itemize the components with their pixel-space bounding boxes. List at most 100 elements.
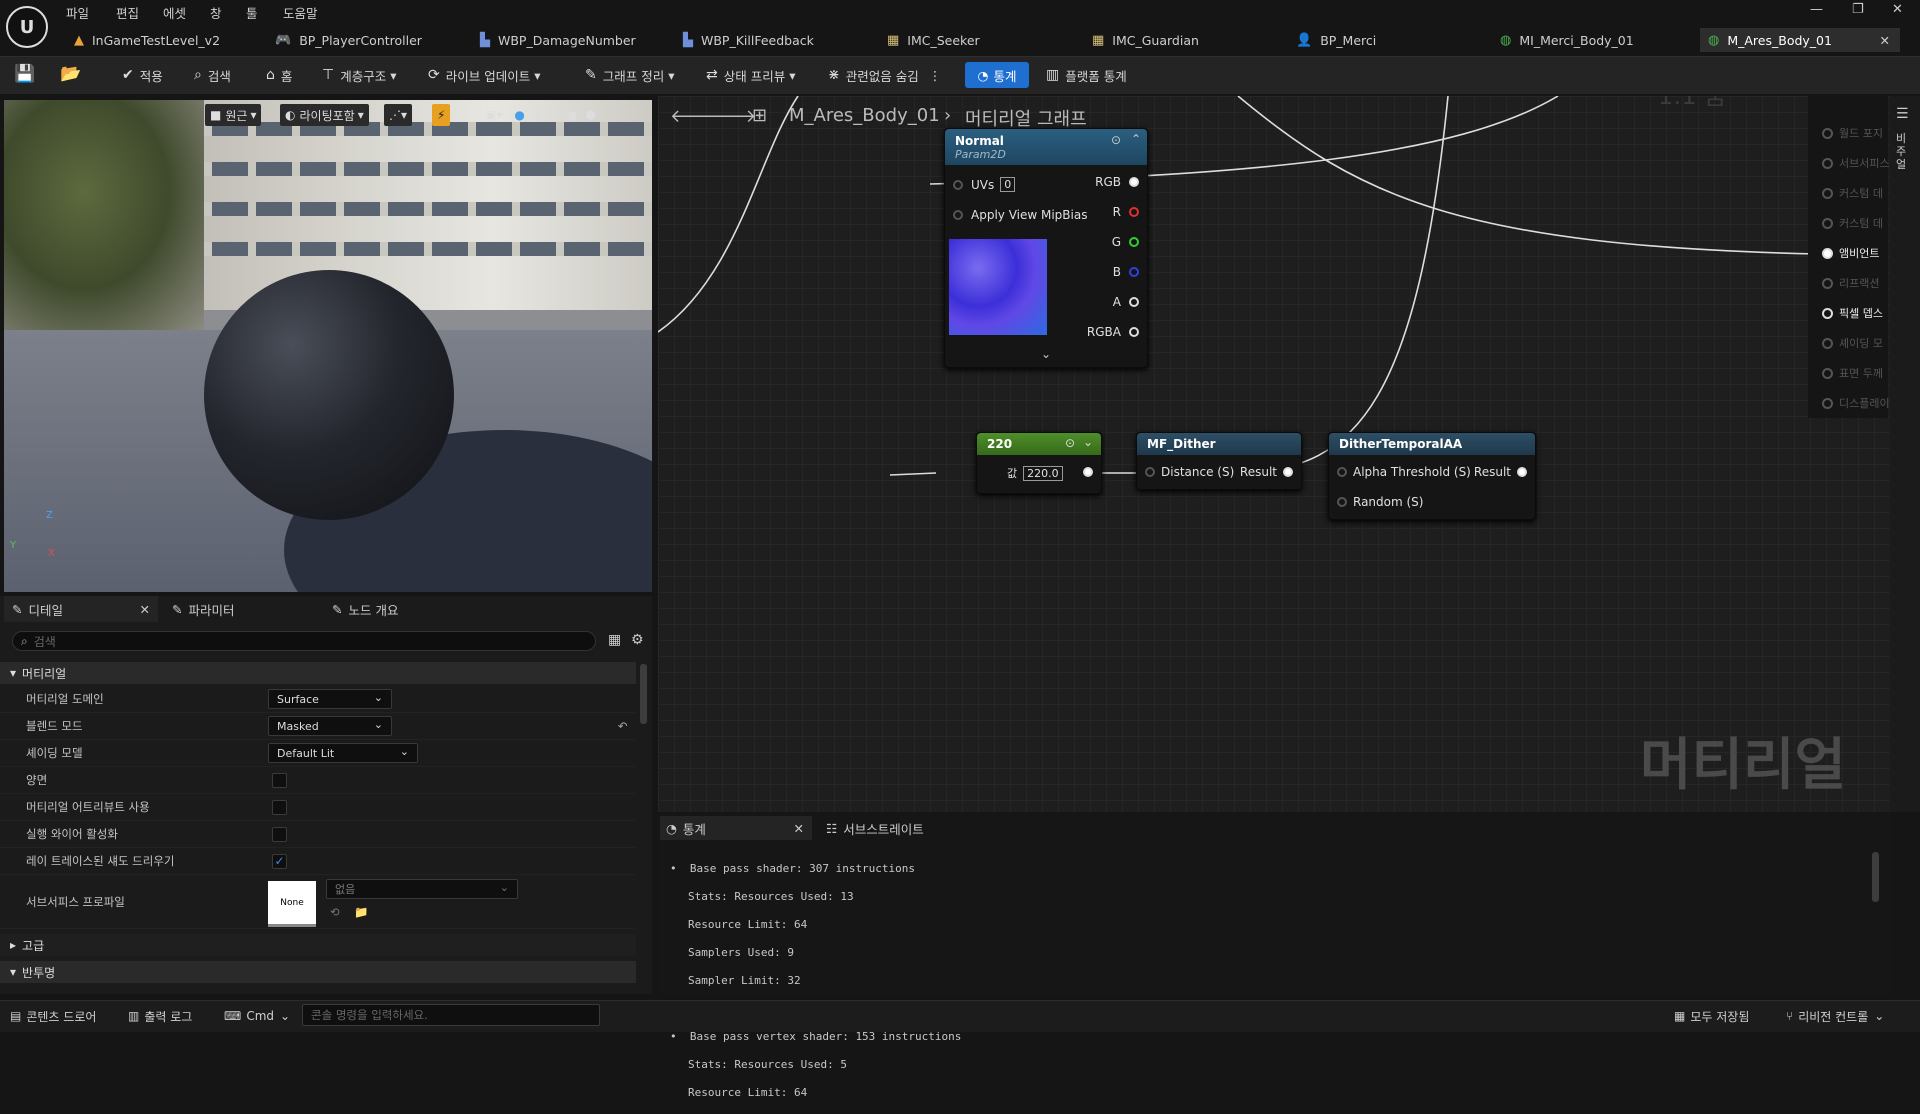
- constant-value-field[interactable]: 값 220.0: [1007, 465, 1063, 481]
- menu-file[interactable]: 파일: [66, 3, 89, 22]
- browse-icon[interactable]: 📂: [60, 64, 81, 84]
- save-icon[interactable]: 💾: [14, 64, 35, 84]
- close-tab-icon[interactable]: ✕: [140, 602, 150, 617]
- pin-distance-in[interactable]: Distance (S): [1145, 465, 1234, 479]
- chevron-down-icon[interactable]: ⌄: [1083, 435, 1093, 449]
- material-domain-dropdown[interactable]: Surface ⌄: [268, 689, 392, 709]
- node-header[interactable]: DitherTemporalAA: [1329, 433, 1535, 455]
- pin-custom-data-0[interactable]: 커스텀 데: [1822, 185, 1883, 201]
- use-material-attributes-checkbox[interactable]: [272, 800, 287, 815]
- browse-folder-icon[interactable]: 📁: [354, 905, 368, 919]
- forward-arrow-icon[interactable]: 🡒: [708, 106, 756, 127]
- pin-subsurface[interactable]: 서브서피스: [1822, 155, 1890, 171]
- custom-mesh-icon[interactable]: ⬢: [585, 108, 595, 122]
- preview-mesh-buttons[interactable]: ▣▾ ● ◆ ◈ ◼ ⬢: [480, 104, 601, 126]
- menu-help[interactable]: 도움말: [283, 3, 318, 22]
- pin-g-out[interactable]: G: [1112, 235, 1139, 249]
- details-scrollbar[interactable]: [640, 664, 647, 724]
- node-preview-toggle-icon[interactable]: ⊙: [1111, 133, 1121, 147]
- uvs-value-input[interactable]: 0: [1000, 177, 1016, 192]
- graph-cleanup-button[interactable]: ✎ 그래프 정리 ▾: [585, 64, 675, 86]
- console-command-input[interactable]: 콘솔 명령을 입력하세요.: [302, 1004, 600, 1026]
- subsurface-profile-thumbnail[interactable]: None: [268, 881, 316, 927]
- sphere-mesh-icon[interactable]: ●: [514, 108, 524, 122]
- menu-window[interactable]: 창: [210, 3, 222, 22]
- shading-model-dropdown[interactable]: Default Lit ⌄: [268, 743, 418, 763]
- plane-mesh-icon[interactable]: ◆: [533, 108, 542, 122]
- tab-m-ares-body[interactable]: ◍ M_Ares_Body_01 ✕: [1700, 28, 1900, 52]
- more-options-icon[interactable]: ⋮: [929, 68, 942, 83]
- breadcrumb-asset[interactable]: M_Ares_Body_01: [789, 105, 940, 126]
- pin-rgba-out[interactable]: RGBA: [1087, 325, 1139, 339]
- section-advanced[interactable]: ▸ 고급: [0, 934, 636, 956]
- palette-tab[interactable]: 비주얼: [1896, 132, 1910, 171]
- show-flags-dropdown[interactable]: ⋰▾: [384, 104, 413, 126]
- node-mf-dither[interactable]: MF_Dither Distance (S) Result: [1136, 432, 1302, 490]
- tab-bp-playercontroller[interactable]: 🎮 BP_PlayerController: [275, 28, 465, 52]
- tab-imc-seeker[interactable]: ▦ IMC_Seeker: [887, 28, 1077, 52]
- tab-bp-merci[interactable]: 👤 BP_Merci: [1296, 28, 1486, 52]
- pin-apply-view-mipbias[interactable]: Apply View MipBias: [953, 208, 1087, 222]
- cylinder-mesh-icon[interactable]: ◈: [550, 108, 559, 122]
- tab-details[interactable]: ✎ 디테일 ✕: [4, 596, 158, 622]
- mesh-menu-icon[interactable]: ▣▾: [485, 108, 502, 122]
- state-preview-button[interactable]: ⇄ 상태 프리뷰 ▾: [706, 64, 796, 86]
- pin-result-out[interactable]: Result: [1240, 465, 1293, 479]
- pin-world-position[interactable]: 월드 포지: [1822, 125, 1883, 141]
- save-all-button[interactable]: ▦ 모두 저장됨: [1674, 1006, 1749, 1026]
- tab-node-overview[interactable]: ✎ 노드 개요: [332, 596, 398, 622]
- pin-rgb-out[interactable]: RGB: [1095, 175, 1139, 189]
- tab-mi-merci-body[interactable]: ◍ MI_Merci_Body_01: [1500, 28, 1690, 52]
- content-drawer-button[interactable]: ▤ 콘텐츠 드로어: [10, 1006, 96, 1026]
- pin-surface-thickness[interactable]: 표면 두께: [1822, 365, 1883, 381]
- hide-unrelated-button[interactable]: ⋇ 관련없음 숨김 ⋮: [828, 64, 941, 86]
- realtime-toggle[interactable]: ⚡: [432, 104, 451, 126]
- perspective-dropdown[interactable]: ■ 원근 ▾: [205, 104, 262, 126]
- pin-a-out[interactable]: A: [1113, 295, 1139, 309]
- two-sided-checkbox[interactable]: [272, 773, 287, 788]
- graph-hierarchy-icon[interactable]: ⊞: [752, 105, 767, 126]
- node-preview-toggle-icon[interactable]: ⊙: [1065, 436, 1075, 450]
- tab-substrate[interactable]: ☷ 서브스트레이트: [826, 816, 924, 840]
- pin-displacement[interactable]: 디스플레이: [1822, 395, 1890, 411]
- pin-ambient-occlusion[interactable]: 앰비언트: [1822, 245, 1879, 261]
- use-selected-icon[interactable]: ⟲: [330, 905, 340, 919]
- tab-ingametestlevel[interactable]: ▲ InGameTestLevel_v2: [70, 28, 260, 52]
- revision-control-button[interactable]: ⑂ 리비전 컨트롤 ⌄: [1786, 1006, 1884, 1026]
- pin-constant-out[interactable]: [1083, 467, 1093, 477]
- pin-taa-result-out[interactable]: Result: [1474, 465, 1527, 479]
- pin-r-out[interactable]: R: [1113, 205, 1139, 219]
- settings-gear-icon[interactable]: ⚙: [631, 632, 644, 648]
- node-texture-normal[interactable]: Normal Param2D ⊙ ⌃ UVs 0 Apply View MipBi…: [944, 128, 1148, 368]
- menu-edit[interactable]: 편집: [116, 3, 139, 22]
- pin-random-in[interactable]: Random (S): [1337, 495, 1423, 509]
- pin-pixel-depth-offset[interactable]: 픽셀 뎁스: [1822, 305, 1883, 321]
- menu-lines-icon[interactable]: ☰: [1896, 106, 1909, 122]
- unreal-logo-icon[interactable]: U: [6, 6, 48, 48]
- cmd-dropdown[interactable]: ⌨ Cmd ⌄: [224, 1006, 290, 1026]
- collapse-icon[interactable]: ⌃: [1131, 132, 1141, 146]
- pin-shading-model[interactable]: 셰이딩 모: [1822, 335, 1883, 351]
- pin-refraction[interactable]: 리프랙션: [1822, 275, 1879, 291]
- tab-wbp-damagenumber[interactable]: ▙ WBP_DamageNumber: [480, 28, 670, 52]
- close-window-icon[interactable]: ✕: [1892, 2, 1903, 17]
- pin-custom-data-1[interactable]: 커스텀 데: [1822, 215, 1883, 231]
- table-view-icon[interactable]: ▦: [608, 632, 621, 648]
- node-dither-temporal-aa[interactable]: DitherTemporalAA Alpha Threshold (S) Ran…: [1328, 432, 1536, 520]
- close-tab-icon[interactable]: ✕: [794, 821, 804, 836]
- apply-button[interactable]: ✔ 적용: [122, 64, 163, 86]
- tab-stats[interactable]: ◔ 통계 ✕: [660, 816, 812, 840]
- stats-button[interactable]: ◔ 통계: [965, 62, 1029, 88]
- cast-ray-traced-shadows-checkbox[interactable]: ✓: [272, 854, 287, 869]
- live-update-button[interactable]: ⟳ 라이브 업데이트 ▾: [428, 64, 541, 86]
- section-translucency[interactable]: ▾ 반투명: [0, 961, 636, 983]
- tab-imc-guardian[interactable]: ▦ IMC_Guardian: [1092, 28, 1282, 52]
- node-header[interactable]: MF_Dither: [1137, 433, 1301, 455]
- node-constant-220[interactable]: 220 ⊙ ⌄ 값 220.0: [976, 432, 1102, 494]
- search-button[interactable]: ⌕ 검색: [194, 64, 231, 86]
- subsurface-profile-dropdown[interactable]: 없음 ⌄: [326, 879, 518, 899]
- constant-value-input[interactable]: 220.0: [1023, 465, 1063, 481]
- pin-alpha-threshold-in[interactable]: Alpha Threshold (S): [1337, 465, 1471, 479]
- pin-uvs[interactable]: UVs 0: [953, 177, 1016, 192]
- menu-asset[interactable]: 에셋: [163, 3, 186, 22]
